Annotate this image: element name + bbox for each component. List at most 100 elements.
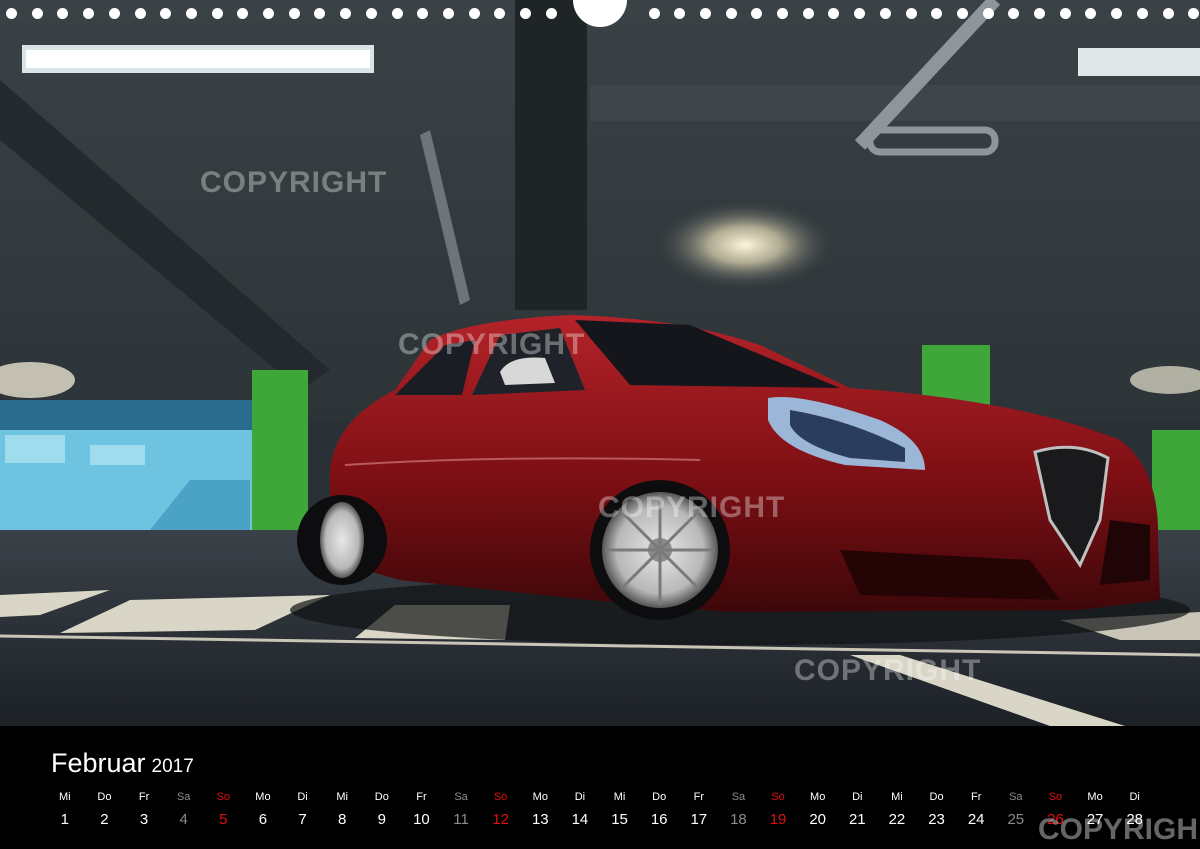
hanger-notch [573, 0, 627, 27]
binding-hole [288, 8, 300, 19]
weekday-label: Fr [693, 791, 704, 803]
binding-hole [674, 8, 686, 19]
day-number: 22 [888, 811, 906, 828]
day-cell: Fr 10 [402, 788, 442, 828]
day-number: 24 [967, 811, 985, 828]
binding-hole [1188, 8, 1200, 19]
day-number: 25 [1007, 811, 1025, 828]
day-number: 10 [413, 811, 430, 828]
weekday-label: Do [97, 791, 112, 803]
day-number: 13 [531, 811, 549, 828]
weekday-label: Do [929, 791, 944, 803]
weekday-label: Sa [1009, 791, 1023, 803]
day-number: 6 [258, 811, 268, 828]
binding-hole [1136, 8, 1148, 19]
binding-hole [365, 8, 377, 19]
binding-hole [802, 8, 814, 19]
binding-hole [442, 8, 454, 19]
day-cell: Di 14 [560, 788, 600, 828]
binding-hole [237, 8, 249, 19]
weekday-label: Sa [454, 791, 468, 803]
day-cell: Di 7 [283, 788, 323, 828]
weekday-label: Do [374, 791, 389, 803]
day-cell: Mi 1 [45, 788, 85, 828]
weekday-label: Di [1129, 791, 1140, 803]
day-number: 20 [809, 811, 827, 828]
binding-hole [520, 8, 531, 19]
day-number: 2 [100, 811, 109, 828]
weekday-label: Mi [613, 791, 626, 803]
binding-hole [751, 8, 763, 19]
binding-hole [1034, 8, 1045, 19]
calendar-strip: Februar 2017 Mi 1 Do 2 Fr 3 Sa 4 So 5 Mo 6 Di 7 Mi 8 Do 9 F… [0, 726, 1200, 849]
day-cell: Fr 3 [124, 788, 164, 828]
weekday-label: Do [652, 791, 667, 803]
copyright-watermark: COPYRIGH [1037, 813, 1198, 846]
binding-hole [879, 8, 891, 19]
binding-hole [1162, 8, 1174, 19]
parking-garage-scene [0, 0, 1200, 726]
binding-hole [982, 8, 994, 19]
weekday-label: Mo [255, 791, 271, 803]
weekday-label: Sa [176, 791, 191, 803]
day-cell: Sa 11 [441, 788, 481, 828]
weekday-label: Fr [970, 791, 982, 803]
month-title: Februar 2017 [51, 748, 194, 779]
day-number: 8 [338, 811, 347, 828]
binding-hole [108, 8, 120, 19]
binding-hole [31, 8, 43, 19]
weekday-label: Mo [1087, 791, 1103, 803]
binding-hole [211, 8, 223, 19]
day-cell: Do 16 [639, 788, 679, 828]
day-number: 14 [571, 811, 589, 828]
day-number: 9 [377, 811, 386, 828]
day-number: 23 [928, 811, 945, 828]
day-number: 1 [60, 811, 69, 828]
binding-hole [1085, 8, 1097, 19]
binding-hole [263, 8, 274, 19]
binding-hole [828, 8, 840, 19]
weekday-label: Di [297, 791, 308, 803]
binding-hole [83, 8, 95, 19]
binding-hole [905, 8, 917, 19]
day-cell: So 19 [758, 788, 798, 828]
weekday-label: So [1048, 791, 1063, 803]
day-number: 19 [769, 811, 787, 828]
day-cell: Mo 6 [243, 788, 283, 828]
day-grid: Mi 1 Do 2 Fr 3 Sa 4 So 5 Mo 6 Di 7 Mi 8 Do 9 Fr 10 Sa 11 So 12 M… [45, 788, 1155, 828]
binding-hole [6, 8, 17, 19]
binding-hole [417, 8, 429, 19]
binding-hole [340, 8, 352, 19]
day-cell: Di 21 [838, 788, 878, 828]
copyright-watermark: COPYRIGHT [598, 491, 786, 524]
day-number: 12 [492, 811, 510, 828]
weekday-label: Fr [138, 791, 150, 803]
copyright-watermark: COPYRIGHT [200, 166, 388, 199]
day-cell: Fr 24 [956, 788, 996, 828]
binding-hole [931, 8, 943, 19]
spiral-binding-holes [0, 0, 1200, 27]
weekday-label: So [493, 791, 508, 803]
binding-hole [648, 8, 660, 19]
day-cell: So 5 [204, 788, 244, 828]
day-cell: Do 2 [85, 788, 125, 828]
day-number: 21 [848, 811, 866, 828]
day-cell: Mi 22 [877, 788, 917, 828]
binding-hole [1059, 8, 1071, 19]
day-cell: Sa 25 [996, 788, 1036, 828]
calendar-photo: COPYRIGHT COPYRIGHT COPYRIGHT COPYRIGHT [0, 0, 1200, 726]
day-cell: Do 9 [362, 788, 402, 828]
day-number: 16 [650, 811, 668, 828]
binding-hole [777, 8, 788, 19]
copyright-watermark: COPYRIGHT [398, 328, 586, 361]
binding-hole [134, 8, 146, 19]
day-number: 11 [453, 811, 469, 828]
binding-hole [185, 8, 197, 19]
day-cell: Sa 4 [164, 788, 204, 828]
binding-hole [956, 8, 968, 19]
binding-hole [725, 8, 737, 19]
weekday-label: Mi [891, 791, 903, 803]
day-cell: Mi 15 [600, 788, 640, 828]
day-number: 18 [730, 811, 747, 828]
day-number: 4 [179, 811, 188, 828]
